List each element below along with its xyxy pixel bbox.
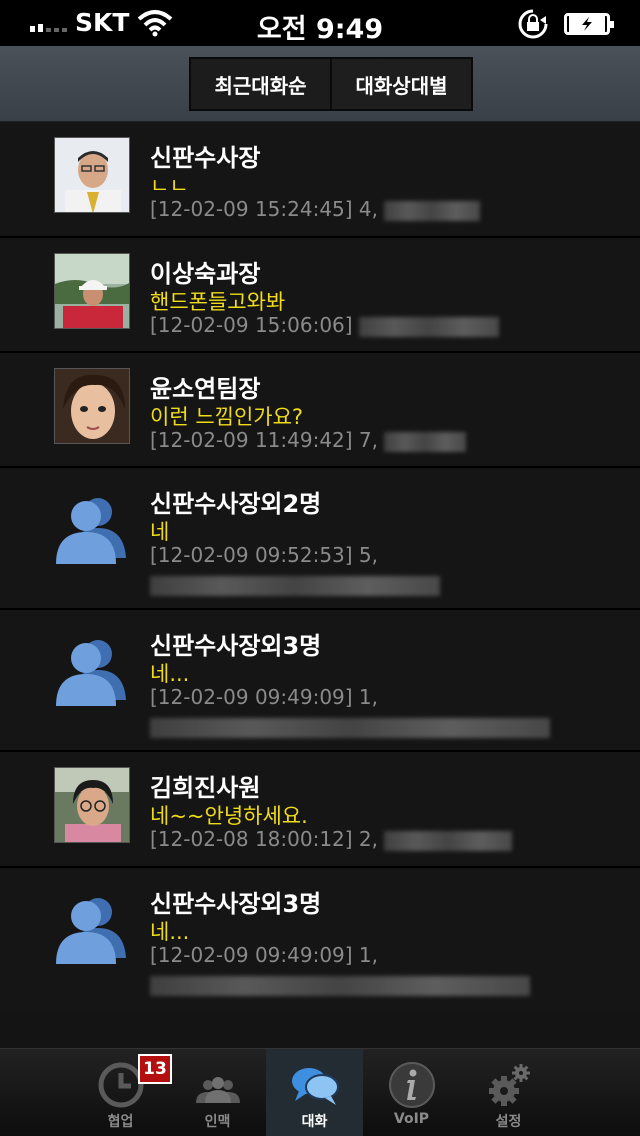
header-bar: 최근대화순 대화상대별	[0, 46, 640, 122]
avatar	[54, 368, 130, 444]
conversation-participants	[150, 572, 440, 596]
conversation-last-message: 네...	[150, 662, 190, 686]
conversation-row[interactable]: 김희진사원 네~~안녕하세요. [12-02-08 18:00:12] 2,	[0, 752, 640, 868]
tab-settings[interactable]: 설정	[460, 1049, 557, 1136]
conversation-meta: [12-02-09 11:49:42] 7,	[150, 428, 467, 452]
conversation-name: 신판수사장외2명	[150, 490, 322, 518]
conversation-name: 신판수사장외3명	[150, 632, 322, 660]
blurred-participants	[358, 316, 499, 337]
tab-chat[interactable]: 대화	[266, 1049, 363, 1136]
conversation-timestamp: [12-02-09 09:49:09] 1,	[150, 943, 379, 967]
tab-label: 인맥	[204, 1114, 231, 1130]
blurred-participants	[150, 717, 550, 738]
group-avatar-icon	[56, 498, 126, 564]
battery-icon	[564, 13, 614, 35]
conversation-last-message: 네	[150, 520, 170, 544]
conversation-meta: [12-02-09 15:24:45] 4,	[150, 197, 481, 221]
conversation-list: 신판수사장 ㄴㄴ [12-02-09 15:24:45] 4, 이상숙과장 핸드…	[0, 122, 640, 1012]
tab-label: 협업	[107, 1114, 134, 1130]
conversation-timestamp: [12-02-09 15:24:45] 4,	[150, 197, 379, 221]
conversation-participants	[150, 714, 550, 738]
conversation-name: 신판수사장외3명	[150, 890, 322, 918]
conversation-timestamp: [12-02-09 11:49:42] 7,	[150, 428, 379, 452]
conversation-name: 이상숙과장	[150, 260, 261, 288]
conversation-timestamp: [12-02-09 09:52:53] 5,	[150, 543, 379, 567]
conversation-row[interactable]: 신판수사장외2명 네 [12-02-09 09:52:53] 5,	[0, 468, 640, 610]
info-icon	[388, 1062, 435, 1108]
conversation-timestamp: [12-02-09 09:49:09] 1,	[150, 685, 379, 709]
conversation-row[interactable]: 신판수사장외3명 네... [12-02-09 09:49:09] 1,	[0, 868, 640, 1012]
people-icon	[195, 1077, 240, 1103]
blurred-participants	[150, 575, 440, 596]
conversation-last-message: ㄴㄴ	[150, 174, 189, 198]
segment-recent[interactable]: 최근대화순	[191, 59, 330, 109]
tab-label: 설정	[495, 1114, 522, 1130]
blurred-participants	[384, 200, 481, 221]
conversation-last-message: 핸드폰들고와봐	[150, 290, 286, 314]
bottom-tab-bar: 협업 인맥 대화 VoIP 설정	[0, 1048, 640, 1136]
conversation-row[interactable]: 윤소연팀장 이런 느낌인가요? [12-02-09 11:49:42] 7,	[0, 353, 640, 468]
avatar	[54, 767, 130, 843]
status-bar: SKT 오전 9:49	[0, 0, 640, 46]
conversation-row[interactable]: 신판수사장 ㄴㄴ [12-02-09 15:24:45] 4,	[0, 122, 640, 238]
group-avatar-icon	[56, 640, 126, 706]
tab-label: VoIP	[393, 1111, 430, 1127]
conversation-timestamp: [12-02-08 18:00:12] 2,	[150, 827, 379, 851]
avatar	[54, 137, 130, 213]
segment-by-contact[interactable]: 대화상대별	[330, 59, 471, 109]
conversation-row[interactable]: 신판수사장외3명 네... [12-02-09 09:49:09] 1,	[0, 610, 640, 752]
conversation-name: 윤소연팀장	[150, 375, 261, 403]
notification-badge: 13	[138, 1054, 172, 1084]
group-avatar-icon	[56, 898, 126, 964]
status-right	[516, 8, 614, 40]
conversation-timestamp: [12-02-09 15:06:06]	[150, 313, 353, 337]
blurred-participants	[384, 431, 467, 452]
blurred-participants	[384, 830, 513, 851]
conversation-last-message: 네~~안녕하세요.	[150, 804, 308, 828]
chat-bubbles-icon	[291, 1068, 339, 1105]
conversation-meta: [12-02-09 15:06:06]	[150, 313, 499, 337]
tab-label: 대화	[301, 1114, 328, 1130]
conversation-name: 신판수사장	[150, 144, 261, 172]
tab-voip[interactable]: VoIP	[363, 1049, 460, 1136]
rotation-lock-icon	[518, 9, 548, 39]
conversation-participants	[150, 972, 530, 996]
blurred-participants	[150, 975, 530, 996]
conversation-last-message: 이런 느낌인가요?	[150, 405, 304, 429]
sort-segmented-control: 최근대화순 대화상대별	[189, 57, 473, 111]
conversation-last-message: 네...	[150, 920, 190, 944]
conversation-meta: [12-02-08 18:00:12] 2,	[150, 827, 513, 851]
tab-contacts[interactable]: 인맥	[169, 1049, 266, 1136]
gears-icon	[488, 1064, 530, 1106]
conversation-name: 김희진사원	[150, 774, 261, 802]
conversation-row[interactable]: 이상숙과장 핸드폰들고와봐 [12-02-09 15:06:06]	[0, 238, 640, 353]
avatar	[54, 253, 130, 329]
